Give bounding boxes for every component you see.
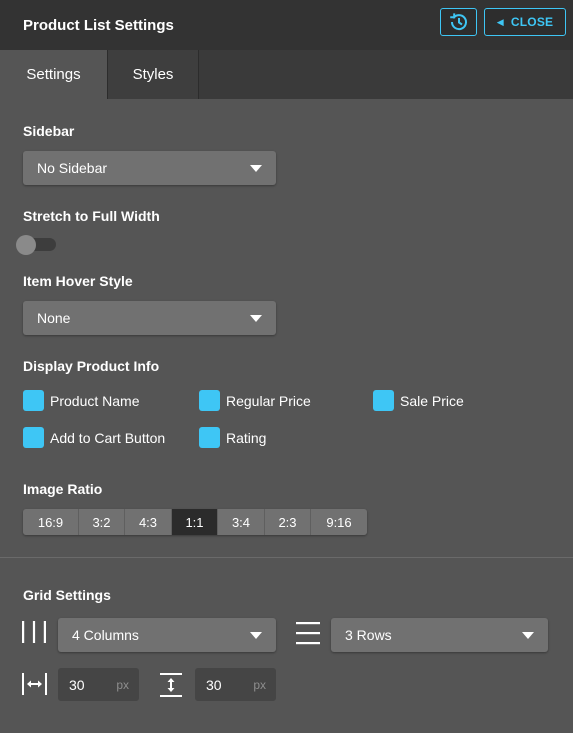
- hover-style-value: None: [37, 310, 71, 326]
- checkbox-box: [23, 390, 44, 411]
- rows-select[interactable]: 3 Rows: [331, 618, 548, 652]
- ratio-option-9-16[interactable]: 9:16: [311, 509, 367, 535]
- ratio-option-2-3[interactable]: 2:3: [265, 509, 311, 535]
- column-gap-field[interactable]: 30 px: [58, 668, 139, 701]
- image-ratio-label: Image Ratio: [23, 481, 103, 497]
- caret-left-icon: ◀: [496, 16, 504, 27]
- row-gap-field[interactable]: 30 px: [195, 668, 276, 701]
- stretch-label: Stretch to Full Width: [23, 208, 160, 224]
- checkbox-label: Regular Price: [226, 392, 311, 409]
- sidebar-select[interactable]: No Sidebar: [23, 151, 276, 185]
- columns-select[interactable]: 4 Columns: [58, 618, 276, 652]
- vertical-spacing-icon: [160, 673, 182, 697]
- checkbox-regular-price[interactable]: Regular Price: [199, 390, 311, 411]
- row-gap-value: 30: [206, 677, 222, 693]
- checkbox-label: Sale Price: [400, 392, 464, 409]
- column-gap-value: 30: [69, 677, 85, 693]
- checkbox-label: Rating: [226, 429, 267, 446]
- sidebar-select-value: No Sidebar: [37, 160, 108, 176]
- column-gap-unit: px: [116, 678, 129, 692]
- tab-settings[interactable]: Settings: [0, 50, 107, 99]
- panel-header: Product List Settings ◀ CLOSE: [0, 0, 573, 50]
- history-icon: [449, 13, 467, 31]
- chevron-down-icon: [250, 632, 262, 639]
- image-ratio-group: 16:9 3:2 4:3 1:1 3:4 2:3 9:16: [23, 509, 367, 535]
- columns-icon: [22, 621, 46, 643]
- tab-bar: Settings Styles: [0, 50, 573, 99]
- chevron-down-icon: [250, 165, 262, 172]
- checkbox-box: [373, 390, 394, 411]
- checkbox-label: Add to Cart Button: [50, 429, 166, 446]
- close-label: CLOSE: [510, 15, 554, 29]
- row-gap-unit: px: [253, 678, 266, 692]
- ratio-option-3-4[interactable]: 3:4: [218, 509, 265, 535]
- checkbox-add-to-cart[interactable]: Add to Cart Button: [23, 427, 165, 448]
- hover-style-select[interactable]: None: [23, 301, 276, 335]
- history-button[interactable]: [440, 8, 477, 36]
- grid-settings-label: Grid Settings: [23, 587, 111, 603]
- rows-select-value: 3 Rows: [345, 627, 392, 643]
- ratio-option-4-3[interactable]: 4:3: [125, 509, 172, 535]
- tab-styles[interactable]: Styles: [107, 50, 199, 99]
- ratio-option-16-9[interactable]: 16:9: [23, 509, 79, 535]
- product-info-label: Display Product Info: [23, 358, 160, 374]
- checkbox-sale-price[interactable]: Sale Price: [373, 390, 464, 411]
- sidebar-label: Sidebar: [23, 123, 75, 139]
- ratio-option-3-2[interactable]: 3:2: [79, 509, 125, 535]
- panel-title: Product List Settings: [23, 17, 174, 34]
- checkbox-label: Product Name: [50, 392, 140, 409]
- columns-select-value: 4 Columns: [72, 627, 139, 643]
- checkbox-product-name[interactable]: Product Name: [23, 390, 139, 411]
- horizontal-spacing-icon: [22, 673, 47, 695]
- close-button[interactable]: ◀ CLOSE: [484, 8, 566, 36]
- rows-icon: [296, 622, 320, 645]
- hover-style-label: Item Hover Style: [23, 273, 133, 289]
- toggle-knob: [16, 235, 36, 255]
- chevron-down-icon: [250, 315, 262, 322]
- checkbox-box: [199, 427, 220, 448]
- checkbox-box: [199, 390, 220, 411]
- checkbox-rating[interactable]: Rating: [199, 427, 266, 448]
- chevron-down-icon: [522, 632, 534, 639]
- stretch-toggle[interactable]: [16, 235, 56, 255]
- ratio-option-1-1[interactable]: 1:1: [172, 509, 218, 535]
- section-divider: [0, 557, 573, 558]
- checkbox-box: [23, 427, 44, 448]
